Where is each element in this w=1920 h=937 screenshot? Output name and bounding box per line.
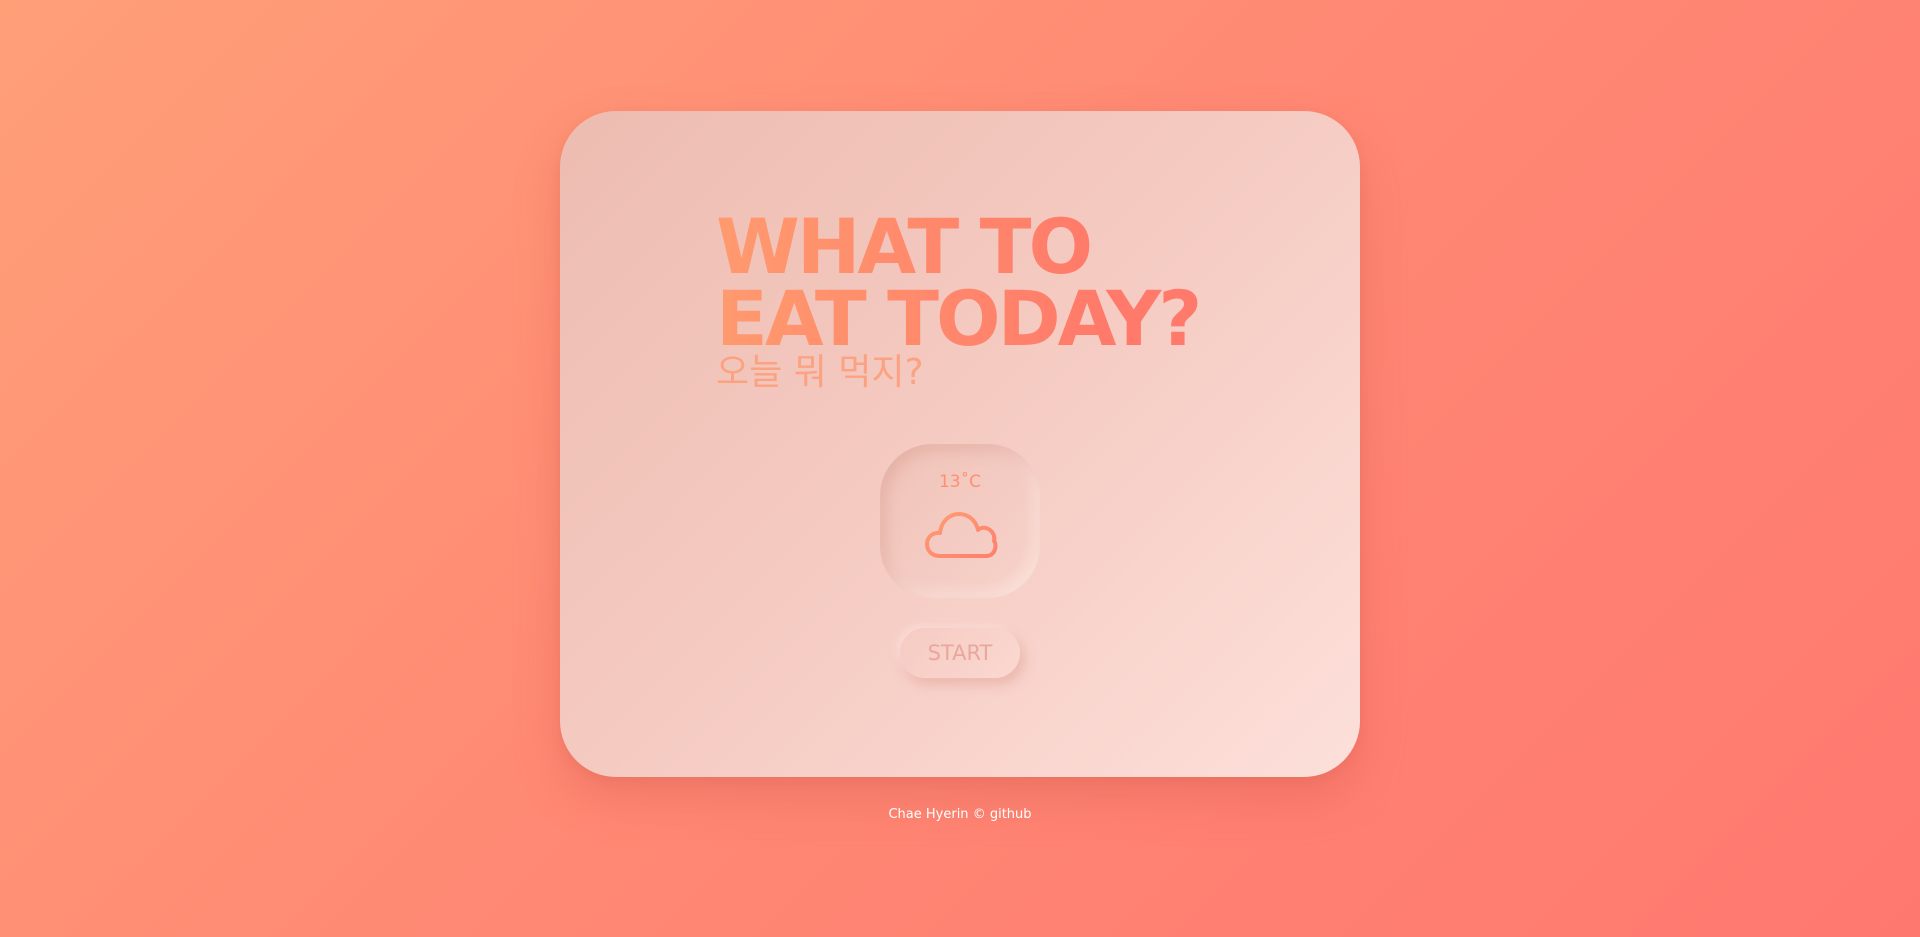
temperature-label: 13˚C [938,472,981,492]
github-link[interactable]: github [990,807,1032,822]
subtitle-korean: 오늘 뭐 먹지? [716,352,924,393]
page-title: WHAT TO EAT TODAY? [716,211,1199,355]
weather-widget: 13˚C [880,444,1040,598]
title-line-2: EAT TODAY? [716,274,1200,363]
footer-author: Chae Hyerin [888,807,969,822]
title-line-1: WHAT TO [716,202,1091,291]
footer-copyright: © [972,807,986,822]
start-button[interactable]: START [900,628,1020,678]
main-card: WHAT TO EAT TODAY? 오늘 뭐 먹지? 13˚C START [560,111,1360,777]
footer: Chae Hyerin © github [0,807,1920,822]
cloud-icon [925,512,998,558]
